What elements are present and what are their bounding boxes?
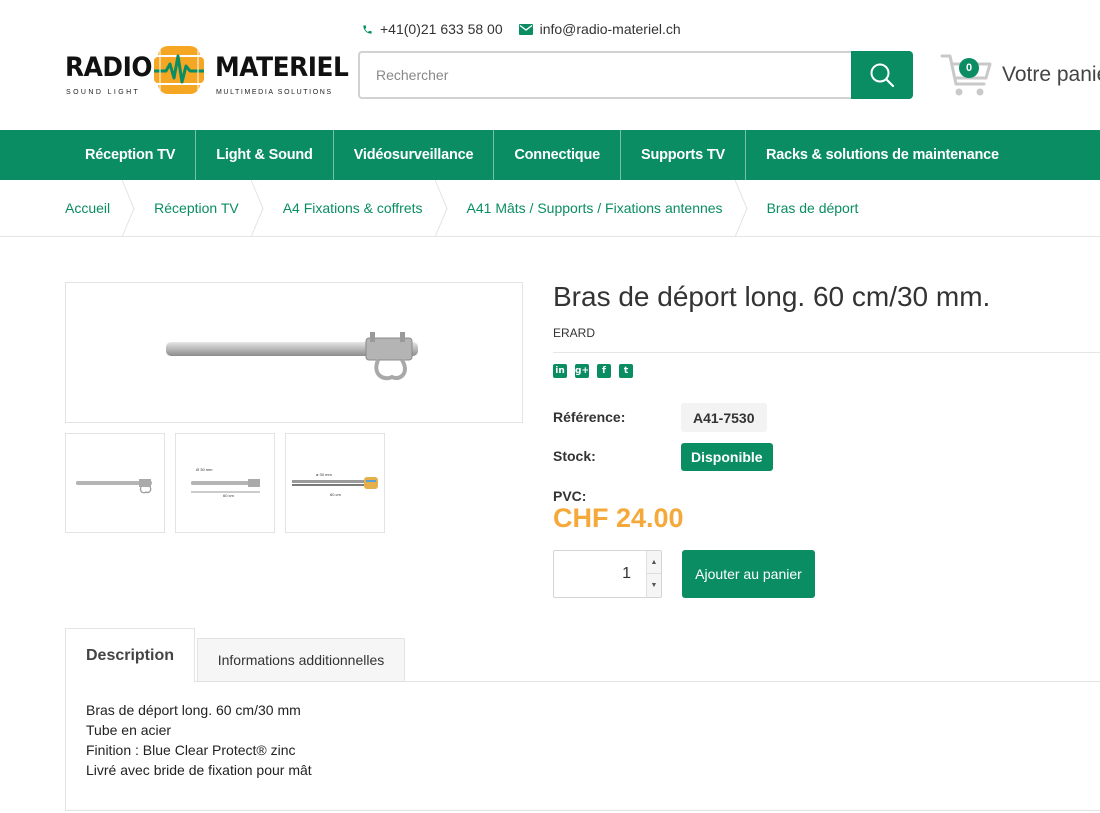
breadcrumb-label: Accueil: [65, 200, 111, 216]
logo-word-materiel: MATERIEL: [215, 52, 349, 83]
breadcrumb-separator-icon: [122, 180, 135, 237]
envelope-icon: [518, 23, 533, 35]
cart-link[interactable]: 0 Votre panier: [940, 50, 1100, 100]
breadcrumb-label: A41 Mâts / Supports / Fixations antennes: [466, 200, 723, 216]
social-share: in g+ f t: [553, 364, 633, 378]
cart-count-badge: 0: [959, 58, 979, 78]
breadcrumb-item-current[interactable]: Bras de déport: [767, 180, 881, 236]
facebook-icon[interactable]: f: [597, 364, 611, 378]
description-line: Livré avec bride de fixation pour mât: [86, 762, 312, 778]
main-navigation: Réception TV Light & Sound Vidéosurveill…: [0, 130, 1100, 180]
breadcrumb-item[interactable]: A4 Fixations & coffrets: [282, 180, 448, 237]
thumbnail-2-image: Ø 30 mm 60 cm: [191, 467, 260, 498]
breadcrumb-item[interactable]: A41 Mâts / Supports / Fixations antennes: [466, 180, 748, 237]
nav-item-connectique[interactable]: Connectique: [494, 130, 621, 180]
site-logo[interactable]: RADIO MATERIEL SOUND LIGHT MULTIMEDIA SO…: [65, 44, 349, 100]
reference-label: Référence:: [553, 409, 626, 425]
breadcrumb-item[interactable]: Accueil: [65, 180, 135, 237]
thumbnail-3-image: ø 30 mm 60 cm: [292, 472, 378, 497]
reference-value: A41-7530: [681, 403, 767, 432]
email-address: info@radio-materiel.ch: [539, 21, 681, 37]
quantity-value[interactable]: 1: [622, 565, 631, 583]
thumbnail-3-dimension-top: ø 30 mm: [316, 472, 332, 477]
breadcrumb-separator-icon: [434, 180, 448, 237]
product-title: Bras de déport long. 60 cm/30 mm.: [553, 281, 991, 312]
stock-status-badge: Disponible: [681, 443, 773, 471]
search-button[interactable]: [851, 51, 913, 99]
thumbnail-1[interactable]: [65, 433, 165, 533]
twitter-icon[interactable]: t: [619, 364, 633, 378]
thumbnail-3-dimension-bottom: 60 cm: [330, 492, 342, 497]
thumbnail-2-dimension-top: Ø 30 mm: [196, 467, 213, 472]
nav-item-light-sound[interactable]: Light & Sound: [196, 130, 334, 180]
breadcrumb-separator-icon: [250, 180, 264, 237]
logo-word-radio: RADIO: [65, 52, 153, 83]
phone-icon: [363, 24, 372, 34]
quantity-stepper[interactable]: 1 ▲ ▼: [553, 550, 662, 598]
contact-bar: +41(0)21 633 58 00 info@radio-materiel.c…: [362, 21, 681, 37]
decrement-arrow-icon[interactable]: ▼: [647, 574, 661, 597]
product-thumbnails: Ø 30 mm 60 cm ø 30 mm 60 cm: [65, 433, 385, 533]
description-line: Finition : Blue Clear Protect® zinc: [86, 742, 296, 758]
cart-label: Votre panier: [1002, 63, 1100, 86]
thumbnail-2-dimension-bottom: 60 cm: [223, 493, 235, 498]
breadcrumb-label: Bras de déport: [766, 200, 859, 216]
nav-item-reception-tv[interactable]: Réception TV: [65, 130, 197, 180]
tab-additional-info[interactable]: Informations additionnelles: [197, 638, 405, 681]
add-to-cart-button[interactable]: Ajouter au panier: [682, 550, 815, 598]
quantity-spinner: ▲ ▼: [646, 551, 661, 597]
breadcrumb: Accueil Réception TV A4 Fixations & coff…: [0, 180, 1100, 237]
thumbnail-2[interactable]: Ø 30 mm 60 cm: [175, 433, 275, 533]
divider: [553, 352, 1100, 353]
thumbnail-1-image: [76, 479, 152, 494]
nav-item-videosurveillance[interactable]: Vidéosurveillance: [334, 130, 495, 180]
product-brand[interactable]: ERARD: [553, 326, 595, 340]
google-plus-icon[interactable]: g+: [575, 364, 589, 378]
logo-emblem-icon: [152, 46, 206, 94]
logo-tagline-left: SOUND LIGHT: [66, 89, 141, 96]
logo-tagline-right: MULTIMEDIA SOLUTIONS: [216, 89, 333, 96]
email-contact[interactable]: info@radio-materiel.ch: [518, 21, 681, 37]
product-main-image[interactable]: [65, 282, 523, 423]
search-input[interactable]: [358, 51, 851, 99]
breadcrumb-separator-icon: [734, 180, 748, 237]
description-line: Bras de déport long. 60 cm/30 mm: [86, 702, 301, 718]
linkedin-icon[interactable]: in: [553, 364, 567, 378]
tab-description[interactable]: Description: [65, 628, 195, 682]
increment-arrow-icon[interactable]: ▲: [647, 551, 661, 574]
thumbnail-3[interactable]: ø 30 mm 60 cm: [285, 433, 385, 533]
description-line: Tube en acier: [86, 722, 172, 738]
nav-item-supports-tv[interactable]: Supports TV: [621, 130, 746, 180]
description-panel: Bras de déport long. 60 cm/30 mm Tube en…: [65, 681, 1100, 811]
breadcrumb-item[interactable]: Réception TV: [154, 180, 264, 237]
search-bar: [358, 51, 913, 99]
breadcrumb-label: A4 Fixations & coffrets: [282, 200, 423, 216]
product-price: CHF 24.00: [553, 503, 684, 533]
price-label: PVC:: [553, 488, 587, 504]
search-icon: [870, 63, 895, 88]
cart-icon-wrap: 0: [940, 50, 992, 100]
stock-label: Stock:: [553, 448, 596, 464]
phone-contact[interactable]: +41(0)21 633 58 00: [362, 21, 503, 37]
breadcrumb-label: Réception TV: [154, 200, 239, 216]
product-bracket-image: [166, 332, 418, 381]
phone-number: +41(0)21 633 58 00: [380, 21, 503, 37]
nav-item-racks[interactable]: Racks & solutions de maintenance: [746, 130, 1019, 180]
